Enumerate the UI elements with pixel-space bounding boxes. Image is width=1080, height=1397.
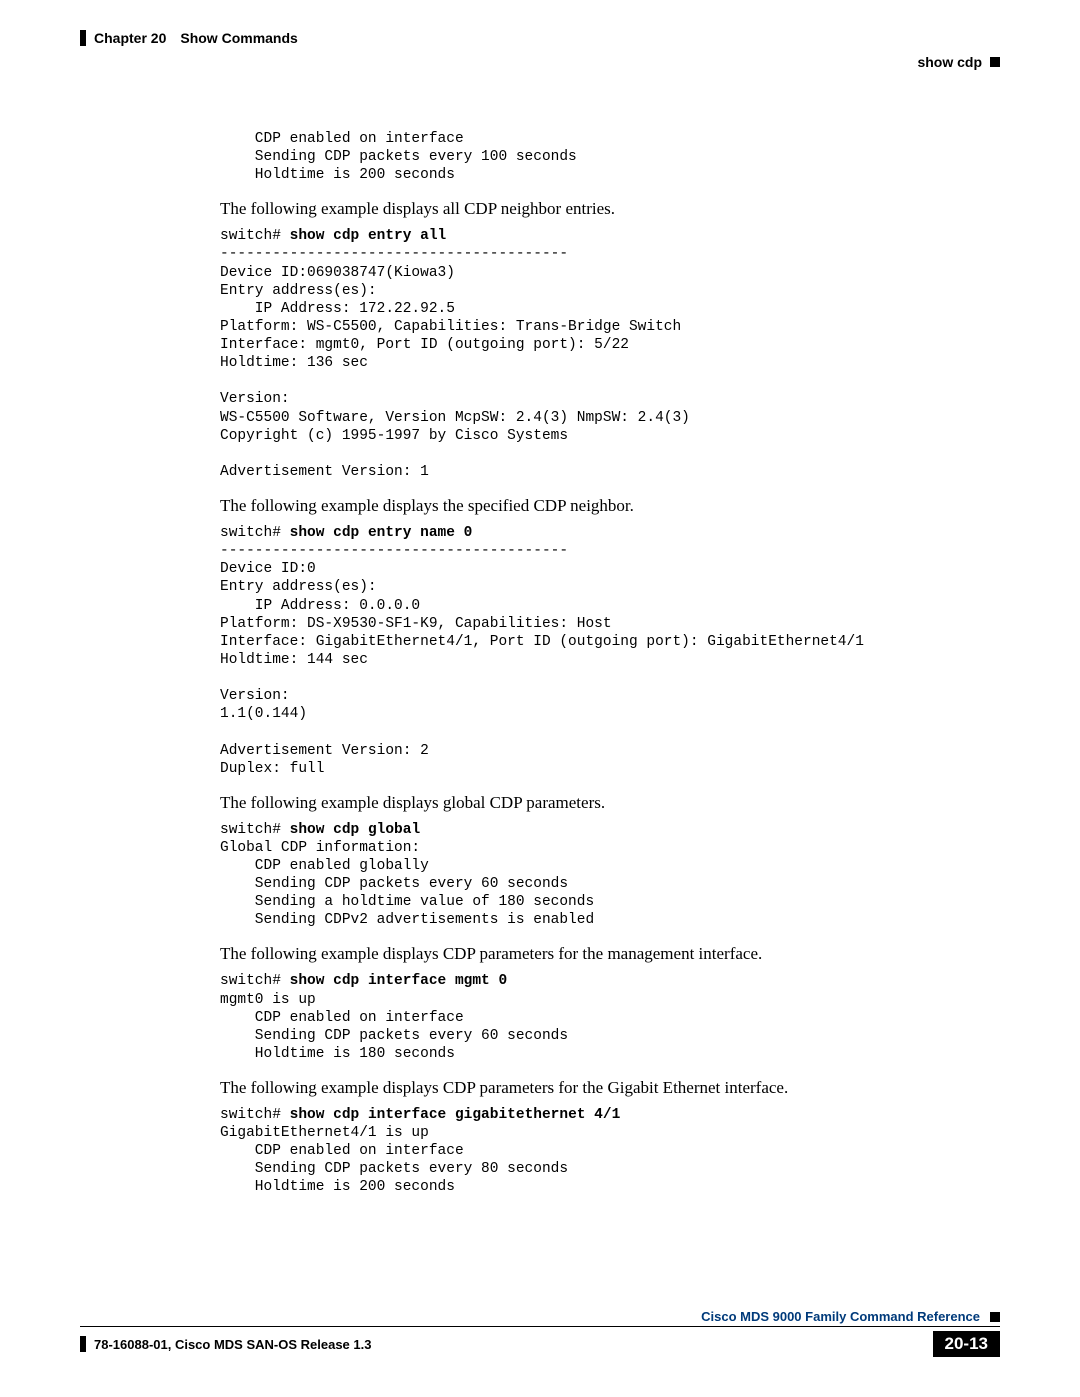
cli-prompt: switch#: [220, 228, 290, 244]
paragraph: The following example displays all CDP n…: [220, 198, 1000, 221]
square-icon: [990, 57, 1000, 67]
cli-command: show cdp global: [290, 822, 421, 838]
code-block-intro: CDP enabled on interface Sending CDP pac…: [220, 130, 1000, 184]
cli-output: ----------------------------------------…: [220, 543, 864, 777]
footer-bar-icon: [80, 1336, 86, 1352]
footer-title: Cisco MDS 9000 Family Command Reference: [701, 1309, 980, 1324]
code-block-interface-gig: switch# show cdp interface gigabitethern…: [220, 1106, 1000, 1197]
cli-command: show cdp entry name 0: [290, 525, 473, 541]
cli-output: GigabitEthernet4/1 is up CDP enabled on …: [220, 1125, 568, 1195]
subheader-label: show cdp: [917, 54, 982, 70]
paragraph: The following example displays global CD…: [220, 792, 1000, 815]
cli-output: ----------------------------------------…: [220, 246, 690, 480]
code-block-global: switch# show cdp global Global CDP infor…: [220, 821, 1000, 930]
square-icon: [990, 1312, 1000, 1322]
cli-output: mgmt0 is up CDP enabled on interface Sen…: [220, 992, 568, 1062]
page-number: 20-13: [933, 1331, 1000, 1357]
footer-left: 78-16088-01, Cisco MDS SAN-OS Release 1.…: [80, 1336, 371, 1352]
running-header: Chapter 20 Show Commands: [80, 30, 1000, 46]
footer: Cisco MDS 9000 Family Command Reference …: [80, 1309, 1000, 1357]
cli-prompt: switch#: [220, 525, 290, 541]
cli-command: show cdp interface gigabitethernet 4/1: [290, 1107, 621, 1123]
paragraph: The following example displays CDP param…: [220, 1077, 1000, 1100]
subheader: show cdp: [80, 54, 1000, 70]
footer-bottom: 78-16088-01, Cisco MDS SAN-OS Release 1.…: [80, 1331, 1000, 1357]
header-bar-icon: [80, 30, 86, 46]
section-label: Show Commands: [180, 30, 297, 46]
cli-output: Global CDP information: CDP enabled glob…: [220, 840, 594, 929]
cli-prompt: switch#: [220, 822, 290, 838]
cli-command: show cdp interface mgmt 0: [290, 973, 508, 989]
body-content: CDP enabled on interface Sending CDP pac…: [220, 130, 1000, 1197]
code-block-entry-name: switch# show cdp entry name 0 ----------…: [220, 524, 1000, 778]
page: Chapter 20 Show Commands show cdp CDP en…: [0, 0, 1080, 1397]
paragraph: The following example displays the speci…: [220, 495, 1000, 518]
paragraph: The following example displays CDP param…: [220, 943, 1000, 966]
chapter-label: Chapter 20: [94, 30, 166, 46]
code-block-entry-all: switch# show cdp entry all -------------…: [220, 227, 1000, 481]
code-block-interface-mgmt: switch# show cdp interface mgmt 0 mgmt0 …: [220, 972, 1000, 1063]
cli-prompt: switch#: [220, 973, 290, 989]
cli-command: show cdp entry all: [290, 228, 447, 244]
footer-title-row: Cisco MDS 9000 Family Command Reference: [80, 1309, 1000, 1327]
cli-prompt: switch#: [220, 1107, 290, 1123]
footer-doc-id: 78-16088-01, Cisco MDS SAN-OS Release 1.…: [94, 1337, 371, 1352]
